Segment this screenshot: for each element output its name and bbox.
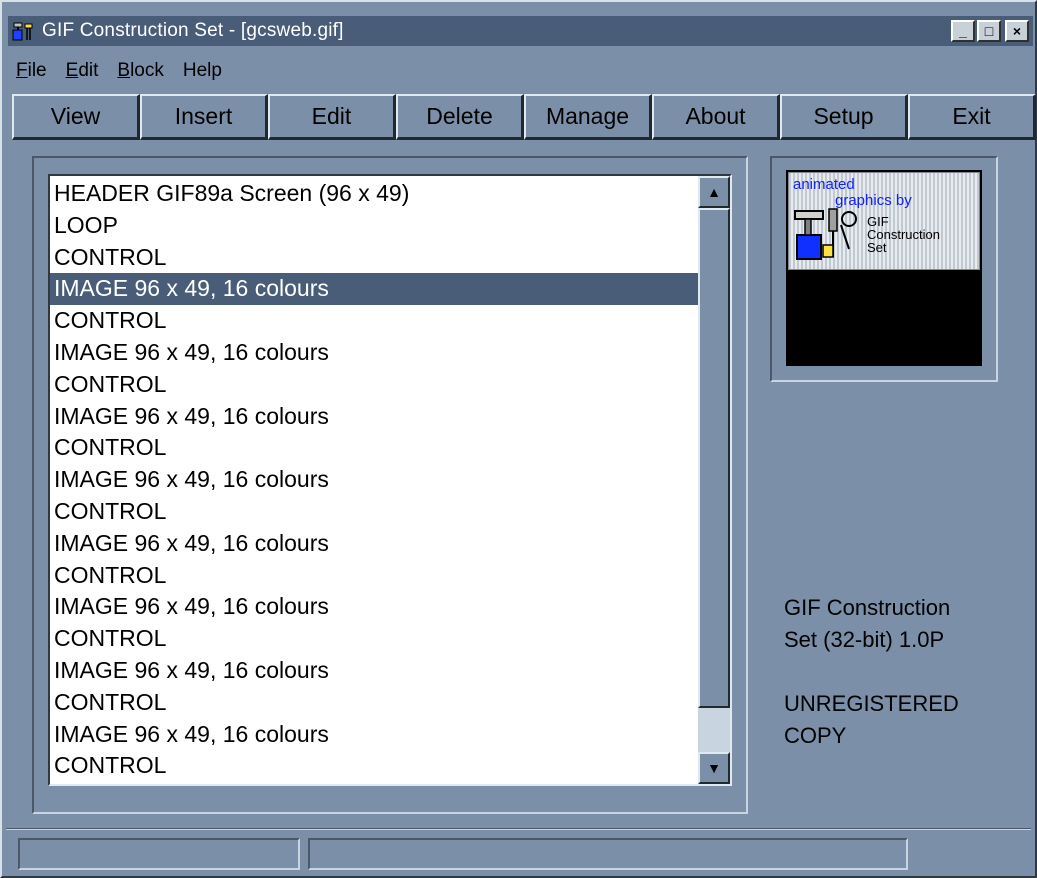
- gcs-logo-icon: [793, 205, 863, 270]
- list-item[interactable]: LOOP: [50, 210, 700, 242]
- arrow-up-icon: ▲: [707, 184, 721, 200]
- about-button[interactable]: About: [652, 94, 780, 140]
- app-icon[interactable]: [12, 20, 36, 42]
- scrollbar-thumb[interactable]: [698, 208, 730, 708]
- close-icon: ×: [1012, 23, 1022, 39]
- list-item[interactable]: IMAGE 96 x 49, 16 colours: [50, 655, 700, 687]
- toolbar: View Insert Edit Delete Manage About Set…: [12, 94, 1037, 140]
- list-item[interactable]: IMAGE 96 x 49, 16 colours: [50, 591, 700, 623]
- view-button[interactable]: View: [12, 94, 140, 140]
- maximize-icon: □: [984, 23, 994, 39]
- list-item[interactable]: IMAGE 96 x 49, 16 colours: [50, 528, 700, 560]
- manage-button[interactable]: Manage: [524, 94, 652, 140]
- list-item[interactable]: CONTROL: [50, 305, 700, 337]
- list-item[interactable]: IMAGE 96 x 49, 16 colours: [50, 401, 700, 433]
- registration-status-line1: UNREGISTERED: [784, 691, 959, 716]
- exit-button[interactable]: Exit: [908, 94, 1036, 140]
- menu-help[interactable]: Help: [175, 60, 233, 82]
- list-item[interactable]: CONTROL: [50, 623, 700, 655]
- status-pane-1: [18, 838, 300, 870]
- preview-text-animated: animated: [793, 176, 855, 193]
- delete-button[interactable]: Delete: [396, 94, 524, 140]
- title-bar[interactable]: GIF Construction Set - [gcsweb.gif] _ □ …: [8, 16, 1033, 46]
- close-button[interactable]: ×: [1005, 20, 1029, 42]
- minimize-button[interactable]: _: [951, 20, 975, 42]
- minimize-icon: _: [959, 23, 967, 39]
- list-item[interactable]: IMAGE 96 x 49, 16 colours: [50, 464, 700, 496]
- list-item[interactable]: CONTROL: [50, 750, 700, 782]
- list-item[interactable]: CONTROL: [50, 432, 700, 464]
- list-scrollbar[interactable]: ▲ ▼: [698, 176, 730, 784]
- arrow-down-icon: ▼: [707, 760, 721, 776]
- preview-text-set: Set: [867, 240, 887, 255]
- window-title: GIF Construction Set - [gcsweb.gif]: [42, 20, 344, 41]
- insert-button[interactable]: Insert: [140, 94, 268, 140]
- list-item[interactable]: CONTROL: [50, 242, 700, 274]
- list-item[interactable]: IMAGE 96 x 49, 16 colours: [50, 719, 700, 751]
- preview-image: animated graphics by GIF Construction Se…: [788, 172, 980, 270]
- list-item[interactable]: CONTROL: [50, 560, 700, 592]
- menu-edit[interactable]: Edit: [58, 60, 110, 82]
- maximize-button[interactable]: □: [977, 20, 1001, 42]
- list-item[interactable]: IMAGE 96 x 49, 16 colours: [50, 337, 700, 369]
- list-item[interactable]: CONTROL: [50, 496, 700, 528]
- status-pane-2: [308, 838, 908, 870]
- menu-block[interactable]: Block: [109, 60, 174, 82]
- edit-button[interactable]: Edit: [268, 94, 396, 140]
- menu-file[interactable]: File: [8, 60, 58, 82]
- block-listbox[interactable]: HEADER GIF89a Screen (96 x 49) LOOP CONTRO…: [48, 174, 732, 786]
- scroll-down-button[interactable]: ▼: [698, 752, 730, 784]
- window-controls: _ □ ×: [951, 20, 1029, 42]
- list-item[interactable]: HEADER GIF89a Screen (96 x 49): [50, 178, 700, 210]
- setup-button[interactable]: Setup: [780, 94, 908, 140]
- registration-status-line2: COPY: [784, 723, 847, 748]
- list-item[interactable]: CONTROL: [50, 687, 700, 719]
- product-name-line2: Set (32-bit) 1.0P: [784, 627, 945, 652]
- scroll-up-button[interactable]: ▲: [698, 176, 730, 208]
- status-bar-divider: [6, 828, 1031, 830]
- product-name-line1: GIF Construction: [784, 595, 951, 620]
- list-item[interactable]: CONTROL: [50, 369, 700, 401]
- block-list-items: HEADER GIF89a Screen (96 x 49) LOOP CONTRO…: [50, 178, 700, 782]
- menu-bar: File Edit Block Help: [8, 56, 233, 86]
- list-item[interactable]: IMAGE 96 x 49, 16 colours: [50, 273, 700, 306]
